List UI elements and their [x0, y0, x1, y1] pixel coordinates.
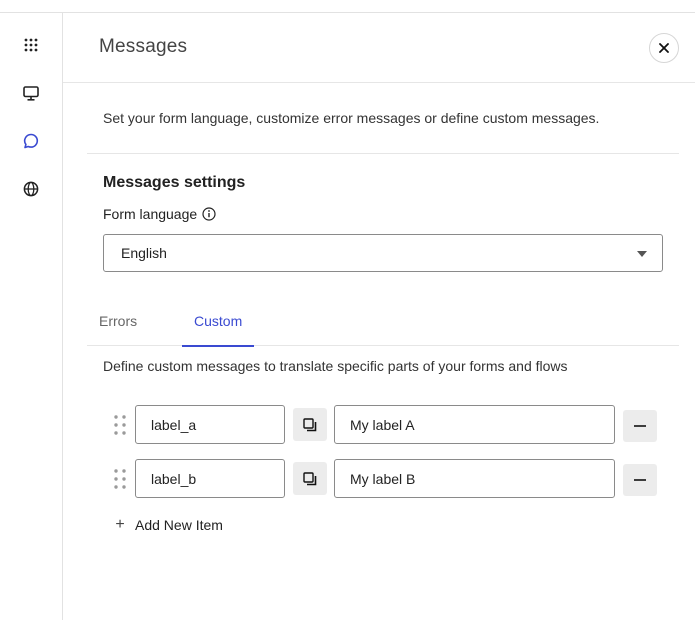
globe-icon [23, 181, 39, 197]
add-new-item-button[interactable]: + Add New Item [115, 516, 223, 534]
panel-title: Messages [99, 36, 188, 57]
rail-messages-button[interactable] [16, 126, 46, 156]
custom-value-input[interactable]: My label B [334, 459, 615, 498]
tab-custom[interactable]: Custom [182, 313, 255, 347]
panel-intro: Set your form language, customize error … [103, 110, 600, 126]
section-title: Messages settings [103, 174, 246, 191]
close-button[interactable] [649, 33, 679, 63]
custom-value-input[interactable]: My label A [334, 405, 615, 444]
form-language-select[interactable]: English [103, 234, 663, 272]
remove-item-button[interactable] [623, 410, 657, 442]
drag-handle-icon[interactable] [113, 414, 127, 436]
form-language-value: English [121, 245, 167, 261]
custom-description: Define custom messages to translate spec… [103, 358, 568, 374]
chat-bubble-icon [23, 133, 39, 149]
close-icon [659, 43, 669, 53]
remove-item-button[interactable] [623, 464, 657, 496]
rail-apps-button[interactable] [16, 30, 46, 60]
divider [87, 153, 679, 154]
messages-panel: Messages Set your form language, customi… [63, 13, 695, 620]
tab-errors[interactable]: Errors [87, 313, 149, 345]
monitor-icon [23, 85, 39, 101]
custom-item-row: label_a My label A [111, 405, 671, 445]
custom-key-input[interactable]: label_a [135, 405, 285, 444]
message-tabs: Errors Custom [87, 301, 679, 347]
custom-item-row: label_b My label B [111, 459, 671, 499]
copy-key-button[interactable] [293, 462, 327, 495]
plus-icon: + [115, 516, 125, 533]
top-bar [0, 0, 695, 13]
rail-preview-button[interactable] [16, 78, 46, 108]
minus-icon [634, 425, 646, 427]
add-new-item-label: Add New Item [135, 517, 223, 533]
copy-icon [303, 471, 317, 485]
caret-down-icon [637, 251, 647, 257]
minus-icon [634, 479, 646, 481]
custom-key-input[interactable]: label_b [135, 459, 285, 498]
copy-key-button[interactable] [293, 408, 327, 441]
left-rail [0, 13, 63, 620]
drag-handle-icon[interactable] [113, 468, 127, 490]
form-language-label: Form language [103, 206, 216, 222]
panel-header: Messages [63, 13, 695, 83]
apps-grid-icon [24, 38, 38, 52]
rail-language-button[interactable] [16, 174, 46, 204]
copy-icon [303, 417, 317, 431]
form-language-label-text: Form language [103, 206, 198, 222]
info-icon[interactable] [202, 207, 216, 221]
